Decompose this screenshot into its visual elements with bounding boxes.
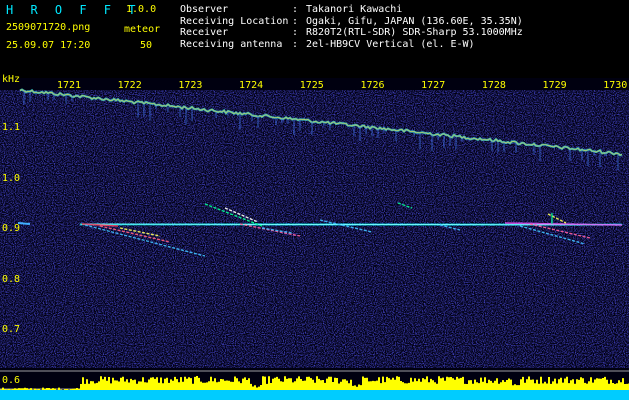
y-tick-label: 0.8 [2, 273, 21, 285]
app-version: 1.0.0 [126, 4, 157, 15]
header-panel: H R O F F T 1.0.0 2509071720.png 25.09.0… [0, 0, 629, 78]
info-row-antenna: Receiving antenna:2el-HB9CV Vertical (el… [180, 39, 523, 51]
info-separator: : [292, 27, 299, 38]
info-separator: : [292, 38, 299, 50]
x-tick-label: 1725 [299, 80, 324, 91]
station-info: Observer: Takanori Kawachi Receiving Loca… [180, 4, 523, 50]
strip-base [0, 390, 629, 400]
info-value: R820T2(RTL-SDR) SDR-Sharp 53.1000MHz [306, 27, 523, 38]
x-tick-label: 1722 [117, 80, 142, 91]
info-row-receiver: Receiver: R820T2(RTL-SDR) SDR-Sharp 53.10… [180, 27, 523, 39]
x-tick-label: 1727 [421, 80, 446, 91]
info-value: Ogaki, Gifu, JAPAN (136.60E, 35.35N) [306, 15, 523, 27]
info-value: 2el-HB9CV Vertical (el. E-W) [306, 38, 475, 50]
x-tick-label: 1723 [178, 80, 203, 91]
info-label: Receiving Location [180, 15, 289, 27]
info-row-location: Receiving Location: Ogaki, Gifu, JAPAN (1… [180, 16, 523, 28]
x-tick-label: 1726 [360, 80, 385, 91]
info-value: Takanori Kawachi [306, 4, 403, 15]
info-separator: : [292, 15, 299, 27]
x-tick-label: 1730 [603, 80, 628, 91]
info-separator: : [292, 4, 299, 15]
info-label: Receiver [180, 27, 229, 38]
x-tick-label: 1728 [481, 80, 506, 91]
y-tick-label: 1.1 [2, 122, 21, 133]
x-tick-label: 1724 [239, 80, 264, 91]
detection-mode: meteor [124, 24, 161, 35]
y-tick-label: 0.6 [2, 375, 21, 386]
x-tick-label: 1721 [56, 80, 82, 91]
y-tick-label: 0.9 [2, 223, 21, 235]
file-name: 2509071720.png [6, 22, 91, 33]
y-unit-label: kHz [2, 74, 21, 85]
spectrogram [0, 78, 629, 400]
meteor-count: 50 [140, 40, 153, 51]
x-tick-label: 1729 [542, 80, 567, 91]
info-label: Receiving antenna [180, 38, 283, 50]
spectrogram-noise [0, 90, 629, 368]
info-label: Observer [180, 4, 229, 15]
y-tick-label: 0.7 [2, 324, 21, 336]
info-row-observer: Observer: Takanori Kawachi [180, 4, 523, 16]
y-tick-label: 1.0 [2, 172, 21, 184]
capture-datetime: 25.09.07 17:20 [6, 40, 91, 51]
app-name: H R O F F T [6, 3, 141, 17]
